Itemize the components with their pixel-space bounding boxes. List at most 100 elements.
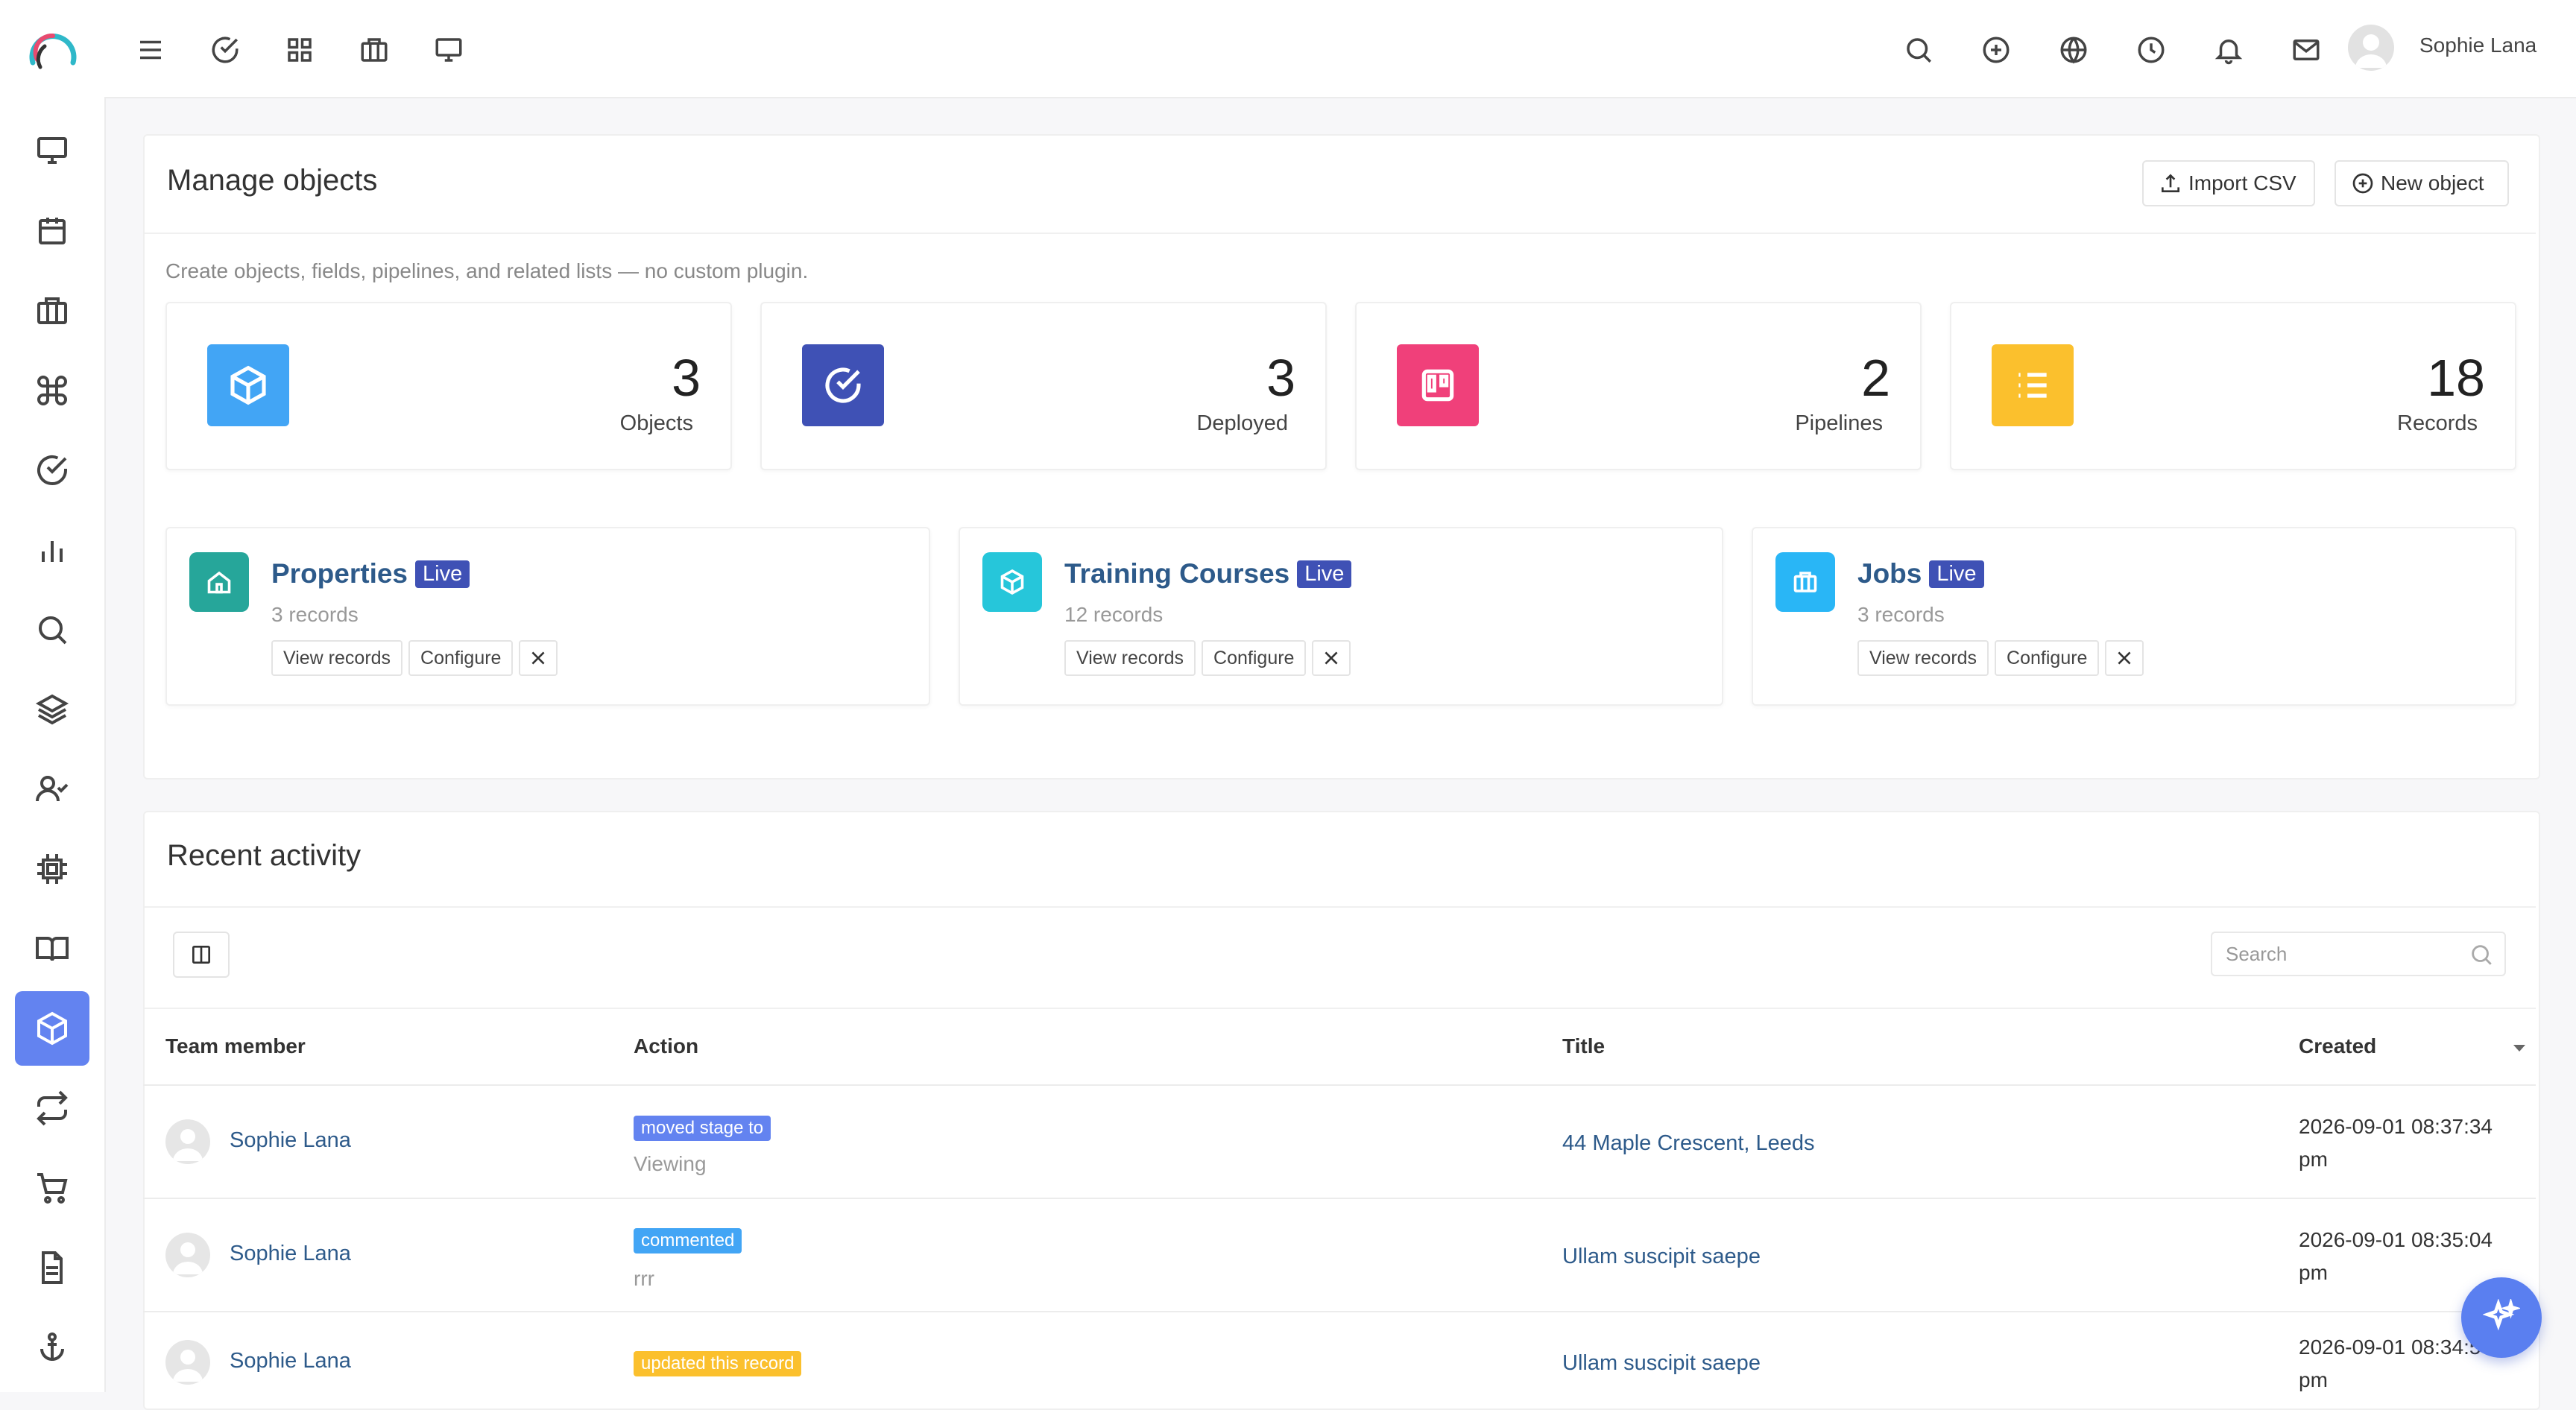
stat-value: 18 bbox=[2427, 349, 2485, 407]
globe-icon[interactable] bbox=[2054, 31, 2093, 69]
action-tag: updated this record bbox=[634, 1351, 802, 1376]
search-input[interactable] bbox=[2212, 933, 2451, 975]
avatar bbox=[165, 1119, 210, 1164]
object-name: Jobs bbox=[1857, 558, 1922, 589]
import-csv-button[interactable]: Import CSV bbox=[2142, 160, 2315, 206]
configure-button[interactable]: Configure bbox=[1995, 640, 2100, 676]
column-header-title[interactable]: Title bbox=[1562, 1034, 1605, 1058]
activity-search bbox=[2211, 932, 2506, 976]
created-date: 2026-09-01 08:35:04 bbox=[2299, 1228, 2493, 1251]
view-records-button[interactable]: View records bbox=[271, 640, 403, 676]
object-name-link[interactable]: Properties Live bbox=[271, 558, 470, 589]
sidebar-repeat-icon[interactable] bbox=[15, 1071, 89, 1145]
column-header-action[interactable]: Action bbox=[634, 1034, 698, 1058]
briefcase-icon[interactable] bbox=[355, 31, 394, 69]
mail-icon[interactable] bbox=[2287, 31, 2326, 69]
close-icon bbox=[2118, 651, 2131, 665]
stat-label: Deployed bbox=[1196, 411, 1288, 435]
delete-object-button[interactable] bbox=[2105, 640, 2144, 676]
sidebar bbox=[0, 97, 106, 1392]
object-card-jobs: Jobs Live 3 records View records Configur… bbox=[1752, 527, 2516, 706]
object-name: Training Courses bbox=[1064, 558, 1290, 589]
ai-assistant-button[interactable] bbox=[2461, 1277, 2542, 1358]
grid-icon[interactable] bbox=[280, 31, 319, 69]
member-name-link[interactable]: Sophie Lana bbox=[230, 1349, 351, 1373]
member-name-link[interactable]: Sophie Lana bbox=[230, 1242, 351, 1266]
stat-value: 3 bbox=[672, 349, 701, 407]
user-avatar[interactable] bbox=[2348, 25, 2394, 71]
stat-card-deployed: 3 Deployed bbox=[760, 302, 1327, 470]
user-name[interactable]: Sophie Lana bbox=[2419, 34, 2536, 57]
created-ampm: pm bbox=[2299, 1261, 2328, 1284]
sidebar-calendar-icon[interactable] bbox=[15, 194, 89, 268]
view-records-button[interactable]: View records bbox=[1857, 640, 1989, 676]
bell-icon[interactable] bbox=[2209, 31, 2248, 69]
sidebar-book-icon[interactable] bbox=[15, 911, 89, 986]
divider bbox=[145, 906, 2536, 908]
sidebar-bar-chart-icon[interactable] bbox=[15, 513, 89, 587]
member-name-link[interactable]: Sophie Lana bbox=[230, 1128, 351, 1153]
clock-icon[interactable] bbox=[2132, 31, 2171, 69]
view-records-button[interactable]: View records bbox=[1064, 640, 1196, 676]
monitor-icon[interactable] bbox=[429, 31, 468, 69]
sort-desc-icon[interactable] bbox=[2513, 1045, 2525, 1052]
new-object-button[interactable]: New object bbox=[2334, 160, 2509, 206]
sidebar-check-circle-icon[interactable] bbox=[15, 433, 89, 508]
record-title-link[interactable]: Ullam suscipit saepe bbox=[1562, 1351, 1761, 1376]
object-card-training-courses: Training Courses Live 12 records View rec… bbox=[959, 527, 1723, 706]
column-header-team-member[interactable]: Team member bbox=[165, 1034, 306, 1058]
stat-card-objects: 3 Objects bbox=[165, 302, 732, 470]
manage-objects-title: Manage objects bbox=[167, 164, 378, 197]
recent-activity-title: Recent activity bbox=[167, 839, 362, 872]
sidebar-briefcase-icon[interactable] bbox=[15, 274, 89, 348]
check-circle-icon[interactable] bbox=[206, 31, 244, 69]
created-timestamp: 2026-09-01 08:37:34 pm bbox=[2299, 1110, 2493, 1176]
live-badge: Live bbox=[415, 560, 470, 588]
box-icon bbox=[207, 344, 289, 426]
column-header-created[interactable]: Created bbox=[2299, 1034, 2376, 1058]
configure-button[interactable]: Configure bbox=[408, 640, 514, 676]
menu-icon[interactable] bbox=[131, 31, 170, 69]
stat-value: 3 bbox=[1266, 349, 1295, 407]
created-ampm: pm bbox=[2299, 1368, 2328, 1391]
record-title-link[interactable]: Ullam suscipit saepe bbox=[1562, 1245, 1761, 1269]
stat-label: Objects bbox=[619, 411, 693, 435]
action-detail: rrr bbox=[634, 1267, 654, 1290]
sidebar-anchor-icon[interactable] bbox=[15, 1310, 89, 1385]
configure-button[interactable]: Configure bbox=[1202, 640, 1307, 676]
app-logo[interactable] bbox=[27, 25, 79, 78]
close-icon bbox=[1325, 651, 1338, 665]
sidebar-command-icon[interactable] bbox=[15, 353, 89, 428]
column-toggle-button[interactable] bbox=[173, 932, 230, 978]
check-circle-icon bbox=[802, 344, 884, 426]
object-name-link[interactable]: Training Courses Live bbox=[1064, 558, 1352, 589]
live-badge: Live bbox=[1929, 560, 1984, 588]
sparkle-icon bbox=[2483, 1299, 2520, 1331]
live-badge: Live bbox=[1297, 560, 1352, 588]
columns-icon bbox=[192, 946, 210, 964]
sidebar-layers-icon[interactable] bbox=[15, 672, 89, 747]
record-count: 3 records bbox=[271, 603, 359, 626]
sidebar-cpu-icon[interactable] bbox=[15, 832, 89, 906]
sidebar-box-icon[interactable] bbox=[15, 991, 89, 1066]
sidebar-user-check-icon[interactable] bbox=[15, 752, 89, 826]
object-name-link[interactable]: Jobs Live bbox=[1857, 558, 1984, 589]
created-date: 2026-09-01 08:34:5 bbox=[2299, 1335, 2481, 1359]
delete-object-button[interactable] bbox=[519, 640, 558, 676]
sidebar-shopping-cart-icon[interactable] bbox=[15, 1151, 89, 1225]
upload-icon bbox=[2162, 174, 2179, 192]
new-object-label: New object bbox=[2381, 171, 2484, 195]
action-detail: Viewing bbox=[634, 1152, 707, 1175]
plus-circle-icon[interactable] bbox=[1977, 31, 2015, 69]
search-icon[interactable] bbox=[1899, 31, 1938, 69]
action-tag: moved stage to bbox=[634, 1116, 771, 1141]
object-card-properties: Properties Live 3 records View records Co… bbox=[165, 527, 930, 706]
delete-object-button[interactable] bbox=[1312, 640, 1351, 676]
record-title-link[interactable]: 44 Maple Crescent, Leeds bbox=[1562, 1131, 1815, 1156]
sidebar-search-icon[interactable] bbox=[15, 592, 89, 667]
divider bbox=[145, 1008, 2536, 1009]
action-tag: commented bbox=[634, 1228, 742, 1253]
created-date: 2026-09-01 08:37:34 bbox=[2299, 1115, 2493, 1138]
sidebar-monitor-icon[interactable] bbox=[15, 113, 89, 188]
sidebar-file-text-icon[interactable] bbox=[15, 1230, 89, 1305]
